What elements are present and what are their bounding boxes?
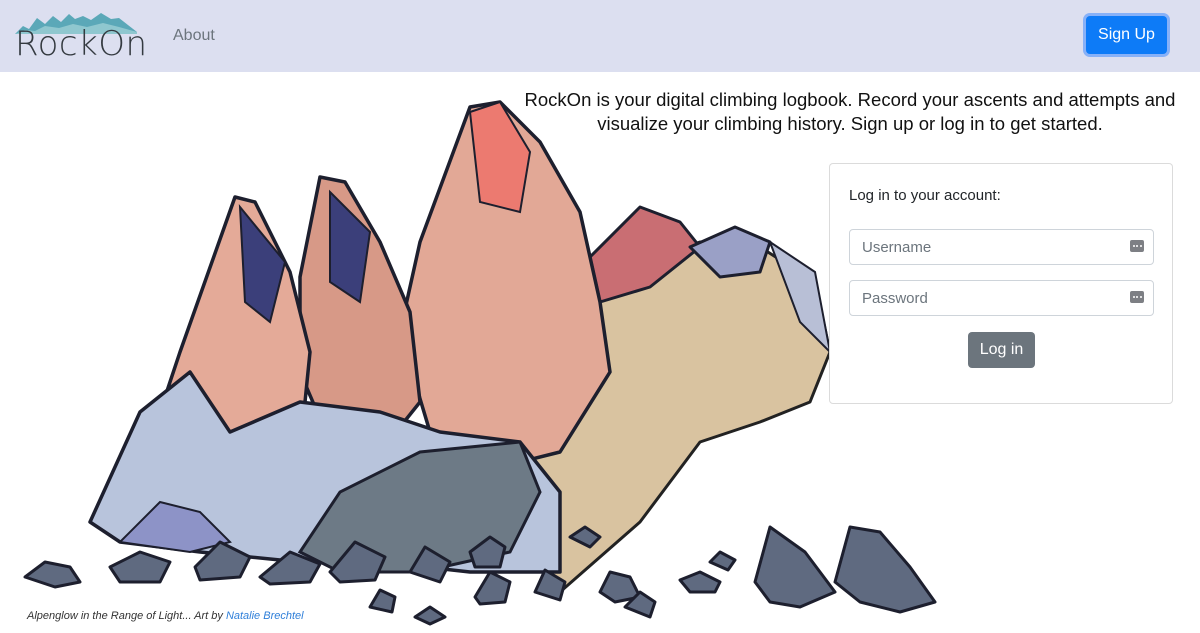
username-input[interactable] — [850, 230, 1153, 264]
password-input[interactable] — [850, 281, 1153, 315]
keychain-icon[interactable] — [1130, 240, 1144, 252]
login-card: Log in to your account: Log in — [829, 163, 1173, 404]
keychain-icon[interactable] — [1130, 291, 1144, 303]
signup-button[interactable]: Sign Up — [1086, 16, 1167, 54]
intro-text: RockOn is your digital climbing logbook.… — [524, 89, 1176, 134]
login-title: Log in to your account: — [849, 187, 1001, 204]
navbar: RockOn About Sign Up — [0, 0, 1200, 72]
brand-name: RockOn — [15, 24, 148, 64]
login-button[interactable]: Log in — [968, 332, 1035, 368]
nav-about-link[interactable]: About — [173, 26, 215, 46]
password-field-wrapper — [849, 280, 1154, 316]
username-field-wrapper — [849, 229, 1154, 265]
artist-link[interactable]: Natalie Brechtel — [226, 610, 304, 622]
brand-logo[interactable]: RockOn — [13, 10, 147, 64]
mountain-artwork — [23, 100, 937, 626]
caption-title: Alpenglow in the Range of Light... Art b… — [27, 610, 226, 622]
art-caption: Alpenglow in the Range of Light... Art b… — [27, 610, 304, 622]
